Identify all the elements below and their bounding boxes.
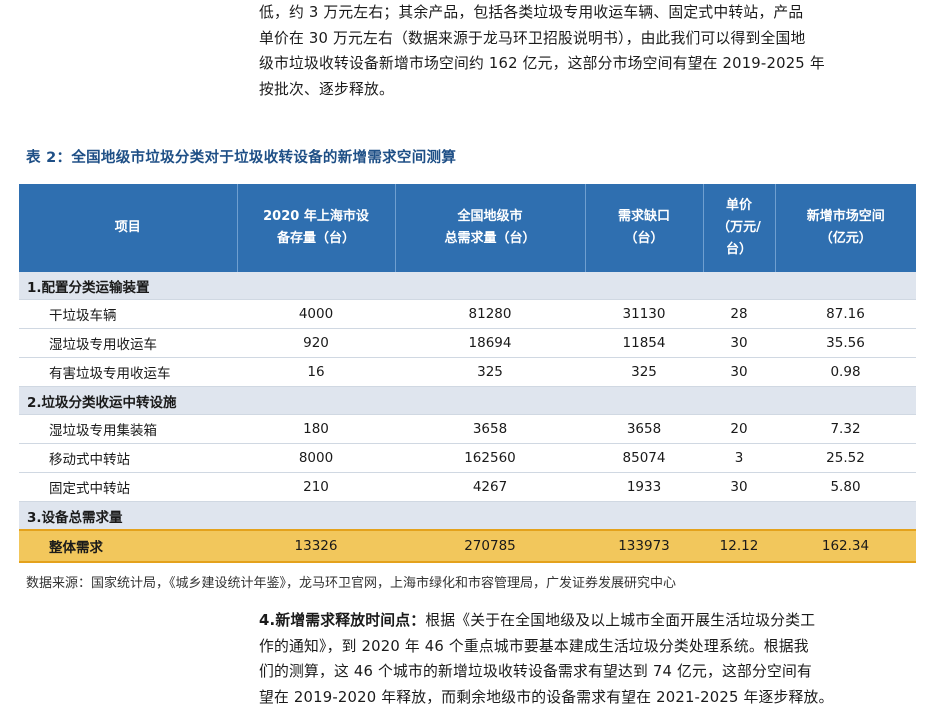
table-row: 干垃圾车辆 4000 81280 31130 28 87.16 bbox=[19, 299, 916, 329]
header-shanghai-stock: 2020 年上海市设 备存量（台） bbox=[237, 184, 396, 272]
outro-line-text: 根据《关于在全国地级及以上城市全面开展生活垃圾分类工 bbox=[425, 612, 816, 629]
intro-paragraph: 低，约 3 万元左右；其余产品，包括各类垃圾专用收运车辆、固定式中转站，产品 单… bbox=[259, 0, 921, 102]
cell-price: 20 bbox=[703, 414, 775, 444]
cell-gap: 1933 bbox=[585, 472, 703, 502]
total-gap: 133973 bbox=[585, 529, 703, 563]
cell-gap: 3658 bbox=[585, 414, 703, 444]
cell-demand: 162560 bbox=[395, 443, 585, 473]
outro-line: 们的测算，这 46 个城市的新增垃圾收转设备需求有望达到 74 亿元，这部分空间… bbox=[259, 663, 812, 680]
intro-line: 低，约 3 万元左右；其余产品，包括各类垃圾专用收运车辆、固定式中转站，产品 bbox=[259, 4, 804, 21]
intro-line: 级市垃圾收转设备新增市场空间约 162 亿元，这部分市场空间有望在 2019-2… bbox=[259, 55, 825, 72]
cell-demand: 325 bbox=[395, 357, 585, 387]
outro-line: 望在 2019-2020 年释放，而剩余地级市的设备需求有望在 2021-202… bbox=[259, 688, 834, 706]
cell-market: 7.32 bbox=[775, 414, 916, 444]
total-name: 整体需求 bbox=[19, 529, 237, 563]
table-row: 固定式中转站 210 4267 1933 30 5.80 bbox=[19, 472, 916, 502]
row-name: 固定式中转站 bbox=[19, 472, 237, 502]
cell-stock: 180 bbox=[237, 414, 395, 444]
cell-demand: 18694 bbox=[395, 328, 585, 358]
cell-price: 30 bbox=[703, 328, 775, 358]
table-row: 湿垃圾专用集装箱 180 3658 3658 20 7.32 bbox=[19, 414, 916, 444]
cell-demand: 4267 bbox=[395, 472, 585, 502]
cell-stock: 4000 bbox=[237, 299, 395, 329]
header-demand-gap: 需求缺口 （台） bbox=[585, 184, 704, 272]
cell-gap: 11854 bbox=[585, 328, 703, 358]
section-title: 2.垃圾分类收运中转设施 bbox=[19, 386, 916, 415]
cell-gap: 31130 bbox=[585, 299, 703, 329]
cell-stock: 920 bbox=[237, 328, 395, 358]
row-name: 湿垃圾专用收运车 bbox=[19, 328, 237, 358]
outro-line: 4.新增需求释放时间点：根据《关于在全国地级及以上城市全面开展生活垃圾分类工 bbox=[259, 608, 921, 634]
total-row: 整体需求 13326 270785 133973 12.12 162.34 bbox=[19, 529, 916, 563]
total-stock: 13326 bbox=[237, 529, 395, 563]
section-row: 1.配置分类运输装置 bbox=[19, 272, 916, 300]
cell-stock: 16 bbox=[237, 357, 395, 387]
section-title: 1.配置分类运输装置 bbox=[19, 272, 916, 300]
total-price: 12.12 bbox=[703, 529, 775, 563]
cell-price: 28 bbox=[703, 299, 775, 329]
header-national-demand: 全国地级市 总需求量（台） bbox=[395, 184, 586, 272]
section-row: 2.垃圾分类收运中转设施 bbox=[19, 386, 916, 415]
cell-demand: 3658 bbox=[395, 414, 585, 444]
cell-stock: 8000 bbox=[237, 443, 395, 473]
cell-price: 30 bbox=[703, 357, 775, 387]
table-header-row: 项目 2020 年上海市设 备存量（台） 全国地级市 总需求量（台） 需求缺口 （台）… bbox=[19, 184, 916, 272]
section-row: 3.设备总需求量 bbox=[19, 501, 916, 531]
total-demand: 270785 bbox=[395, 529, 585, 563]
cell-market: 0.98 bbox=[775, 357, 916, 387]
row-name: 干垃圾车辆 bbox=[19, 299, 237, 329]
row-name: 移动式中转站 bbox=[19, 443, 237, 473]
data-source-note: 数据来源：国家统计局，《城乡建设统计年鉴》，龙马环卫官网，上海市绿化和市容管理局… bbox=[26, 576, 677, 591]
cell-market: 87.16 bbox=[775, 299, 916, 329]
header-unit-price: 单价 （万元/台） bbox=[703, 184, 776, 272]
cell-demand: 81280 bbox=[395, 299, 585, 329]
cell-market: 5.80 bbox=[775, 472, 916, 502]
cell-price: 30 bbox=[703, 472, 775, 502]
row-name: 有害垃圾专用收运车 bbox=[19, 357, 237, 387]
section-title: 3.设备总需求量 bbox=[19, 501, 916, 531]
cell-gap: 325 bbox=[585, 357, 703, 387]
intro-line: 按批次、逐步释放。 bbox=[259, 80, 394, 98]
outro-paragraph: 4.新增需求释放时间点：根据《关于在全国地级及以上城市全面开展生活垃圾分类工 作… bbox=[259, 608, 921, 710]
cell-gap: 85074 bbox=[585, 443, 703, 473]
table-row: 移动式中转站 8000 162560 85074 3 25.52 bbox=[19, 443, 916, 473]
table-row: 湿垃圾专用收运车 920 18694 11854 30 35.56 bbox=[19, 328, 916, 358]
cell-price: 3 bbox=[703, 443, 775, 473]
cell-stock: 210 bbox=[237, 472, 395, 502]
cell-market: 35.56 bbox=[775, 328, 916, 358]
demand-table: 项目 2020 年上海市设 备存量（台） 全国地级市 总需求量（台） 需求缺口 （台）… bbox=[19, 184, 916, 563]
outro-line: 作的通知》，到 2020 年 46 个重点城市要基本建成生活垃圾分类处理系统。根… bbox=[259, 637, 809, 655]
intro-line: 单价在 30 万元左右（数据来源于龙马环卫招股说明书），由此我们可以得到全国地 bbox=[259, 29, 806, 47]
total-market: 162.34 bbox=[775, 529, 916, 563]
row-name: 湿垃圾专用集装箱 bbox=[19, 414, 237, 444]
table-title: 表 2：全国地级市垃圾分类对于垃圾收转设备的新增需求空间测算 bbox=[26, 150, 457, 166]
outro-lead: 4.新增需求释放时间点： bbox=[259, 612, 426, 629]
cell-market: 25.52 bbox=[775, 443, 916, 473]
table-row: 有害垃圾专用收运车 16 325 325 30 0.98 bbox=[19, 357, 916, 387]
header-item: 项目 bbox=[19, 184, 238, 272]
header-market-space: 新增市场空间 （亿元） bbox=[775, 184, 916, 272]
